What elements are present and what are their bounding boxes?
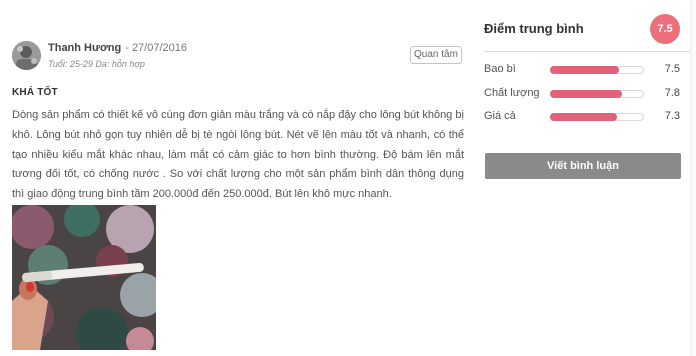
review-date: - 27/07/2016 [125, 42, 187, 54]
average-score-badge: 7.5 [650, 14, 680, 44]
rating-bar-fill [550, 66, 619, 74]
divider [484, 51, 694, 52]
rating-bar [550, 113, 644, 121]
rating-row-price: Giá cả 7.3 [484, 109, 684, 125]
review-panel: Thanh Hương - 27/07/2016 Tuổi: 25-29 Da: … [0, 0, 472, 356]
user-photo-icon [12, 41, 41, 70]
rating-score: 7.3 [664, 110, 680, 122]
average-score-title: Điểm trung bình [484, 21, 584, 36]
rating-score: 7.8 [664, 87, 680, 99]
rating-bar [550, 90, 644, 98]
avatar[interactable] [12, 41, 41, 70]
rating-bar [550, 66, 644, 74]
rating-score: 7.5 [664, 63, 680, 75]
rating-label: Giá cả [484, 110, 516, 122]
follow-button[interactable]: Quan tâm [410, 46, 462, 64]
author-meta: Tuổi: 25-29 Da: hỗn hợp [48, 59, 145, 69]
author-line: Thanh Hương - 27/07/2016 [48, 42, 187, 54]
rating-row-quality: Chất lượng 7.8 [484, 86, 684, 102]
rating-bar-fill [550, 90, 622, 98]
review-title: KHÁ TỐT [12, 87, 58, 98]
rating-label: Bao bì [484, 63, 516, 75]
write-review-button[interactable]: Viết bình luận [485, 153, 681, 179]
eyeliner-photo-image [12, 205, 156, 350]
rating-bar-fill [550, 113, 618, 121]
review-photo[interactable] [12, 205, 156, 350]
rating-row-packaging: Bao bì 7.5 [484, 62, 684, 78]
scrollbar-track[interactable] [690, 0, 696, 356]
rating-label: Chất lượng [484, 87, 540, 99]
review-body: Dòng sản phẩm có thiết kế vô cùng đơn gi… [12, 109, 464, 201]
author-name[interactable]: Thanh Hương [48, 42, 121, 54]
